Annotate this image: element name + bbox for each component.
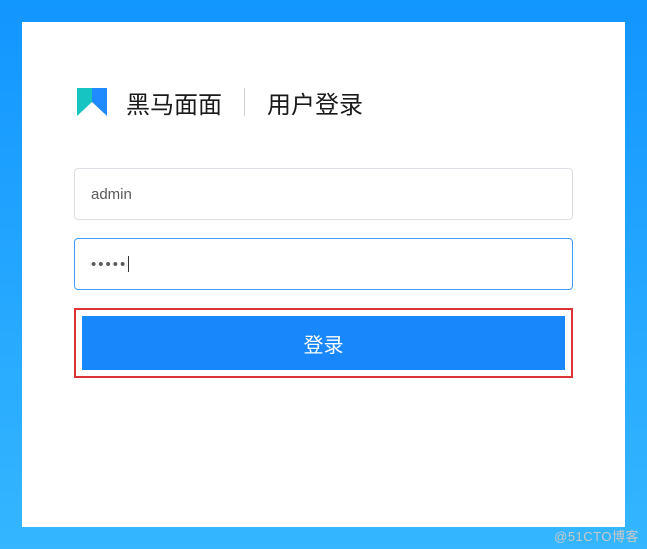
login-button[interactable]: 登录: [82, 316, 565, 370]
gradient-frame: 黑马面面 用户登录 admin ••••• 登录: [0, 0, 647, 549]
username-input[interactable]: admin: [74, 168, 573, 220]
page-title: 用户登录: [267, 85, 363, 120]
text-cursor: [128, 256, 129, 272]
watermark-text: @51CTO博客: [554, 526, 639, 545]
username-value: admin: [91, 186, 132, 203]
login-button-label: 登录: [304, 329, 344, 358]
login-header: 黑马面面 用户登录: [74, 84, 573, 120]
app-name: 黑马面面: [126, 85, 222, 120]
login-card: 黑马面面 用户登录 admin ••••• 登录: [22, 22, 625, 527]
header-divider: [244, 88, 245, 116]
username-row: admin: [74, 168, 573, 220]
login-button-highlight: 登录: [74, 308, 573, 378]
password-row: •••••: [74, 238, 573, 290]
app-logo-icon: [74, 84, 110, 120]
password-masked-value: •••••: [91, 256, 127, 273]
password-input[interactable]: •••••: [74, 238, 573, 290]
